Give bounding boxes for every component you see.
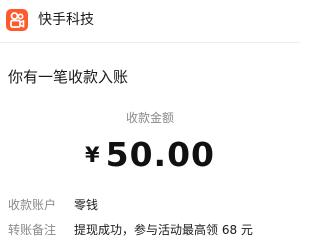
detail-key: 转账备注	[8, 223, 57, 237]
detail-value: 零钱	[74, 198, 99, 212]
detail-key: 收款账户	[8, 198, 57, 212]
detail-row-remark: 转账备注 提现成功，参与活动最高领 68 元	[8, 222, 298, 238]
kuaishou-logo-icon[interactable]	[6, 9, 28, 31]
detail-row-account: 收款账户 零钱	[8, 197, 298, 213]
amount-display: ¥50.00	[0, 135, 300, 181]
brand-name[interactable]: 快手科技	[38, 11, 94, 29]
amount-value: 50.00	[105, 135, 215, 174]
message-headline: 你有一笔收款入账	[8, 68, 129, 86]
currency-symbol: ¥	[84, 143, 100, 167]
message-header: 快手科技	[0, 0, 300, 40]
detail-value: 提现成功，参与活动最高领 68 元	[74, 223, 253, 237]
header-divider	[0, 42, 300, 43]
amount-label: 收款金额	[125, 111, 174, 125]
